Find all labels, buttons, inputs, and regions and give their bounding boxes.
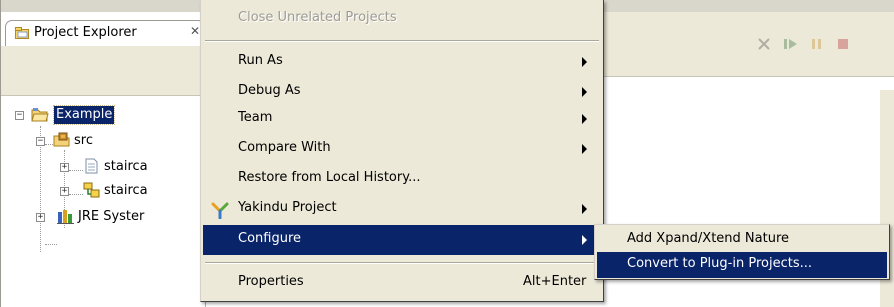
tree-label-file: stairca (104, 183, 148, 198)
collapse-icon[interactable]: − (15, 111, 24, 120)
menu-item-add-xpand-xtend-nature[interactable]: Add Xpand/Xtend Nature (597, 227, 887, 253)
explorer-toolbar (1, 46, 205, 96)
statechart-model-icon (83, 182, 100, 198)
project-explorer-view: Project Explorer ✕ − Example − src + sta… (0, 0, 206, 307)
project-explorer-tab-label: Project Explorer (34, 25, 137, 40)
tree-label-jre: JRE Syster (78, 209, 145, 224)
submenu-arrow-icon (582, 57, 587, 67)
project-tree: − Example − src + stairca + stairca + JR… (1, 96, 205, 307)
menu-item-label: Close Unrelated Projects (238, 10, 397, 25)
tree-node-file[interactable]: + stairca (1, 182, 207, 202)
file-icon (85, 158, 98, 174)
open-project-folder-icon (31, 108, 49, 122)
terminate-icon[interactable] (834, 36, 852, 52)
submenu-arrow-icon (582, 204, 587, 214)
menu-item-debug-as[interactable]: Debug As (203, 77, 601, 107)
expand-icon[interactable]: + (60, 163, 69, 172)
expand-icon[interactable]: + (36, 213, 45, 222)
project-explorer-icon (15, 27, 29, 39)
menu-item-restore-from-local-history[interactable]: Restore from Local History... (203, 164, 601, 194)
menu-item-team[interactable]: Team (203, 104, 601, 134)
menu-separator (205, 262, 599, 264)
menu-item-label: Restore from Local History... (238, 170, 421, 185)
menu-item-configure[interactable]: Configure (203, 225, 601, 255)
tree-node-file[interactable]: + stairca (1, 158, 207, 178)
menu-item-yakindu-project[interactable]: Yakindu Project (203, 194, 601, 224)
library-icon (57, 210, 74, 224)
tree-label-src: src (74, 133, 93, 148)
suspend-icon[interactable] (808, 36, 826, 52)
menu-item-label: Debug As (238, 83, 301, 98)
menu-item-close-unrelated-projects: Close Unrelated Projects (203, 4, 601, 34)
menu-item-label: Convert to Plug-in Projects... (627, 256, 812, 271)
expand-icon[interactable]: + (60, 187, 69, 196)
tree-label-file: stairca (104, 159, 148, 174)
close-icon[interactable]: ✕ (190, 24, 200, 38)
menu-item-label: Configure (238, 231, 302, 246)
menu-separator (205, 40, 599, 42)
menu-item-compare-with[interactable]: Compare With (203, 134, 601, 164)
tree-node-jre[interactable]: + JRE Syster (1, 208, 207, 228)
source-folder-icon (53, 132, 70, 147)
menu-item-label: Properties (238, 274, 304, 289)
menu-item-convert-to-plugin-projects[interactable]: Convert to Plug-in Projects... (597, 252, 887, 278)
submenu-arrow-icon (582, 235, 587, 245)
tree-node-project[interactable]: − Example (1, 105, 207, 126)
collapse-icon[interactable]: − (36, 137, 45, 146)
menu-item-label: Compare With (238, 140, 331, 155)
project-explorer-tab[interactable]: Project Explorer ✕ (5, 20, 205, 46)
menu-item-accelerator: Alt+Enter (523, 274, 587, 289)
submenu-arrow-icon (582, 87, 587, 97)
submenu-arrow-icon (582, 144, 587, 154)
menu-item-run-as[interactable]: Run As (203, 47, 601, 77)
tree-connector (45, 244, 57, 245)
tree-node-src[interactable]: − src (1, 132, 207, 152)
yakindu-icon (211, 202, 229, 219)
menu-item-label: Team (238, 110, 273, 125)
menu-item-label: Add Xpand/Xtend Nature (627, 231, 790, 246)
menu-item-properties[interactable]: Properties Alt+Enter (203, 268, 601, 298)
menu-item-label: Yakindu Project (238, 200, 337, 215)
configure-submenu: Add Xpand/Xtend Nature Convert to Plug-i… (594, 224, 890, 280)
context-menu: Close Unrelated Projects Run As Debug As… (200, 0, 604, 302)
resume-icon[interactable] (782, 36, 800, 52)
remove-terminated-icon[interactable] (756, 36, 774, 52)
tree-label-project: Example (52, 105, 116, 125)
menu-item-label: Run As (238, 53, 283, 68)
submenu-arrow-icon (582, 114, 587, 124)
view-top-strip (1, 0, 205, 12)
